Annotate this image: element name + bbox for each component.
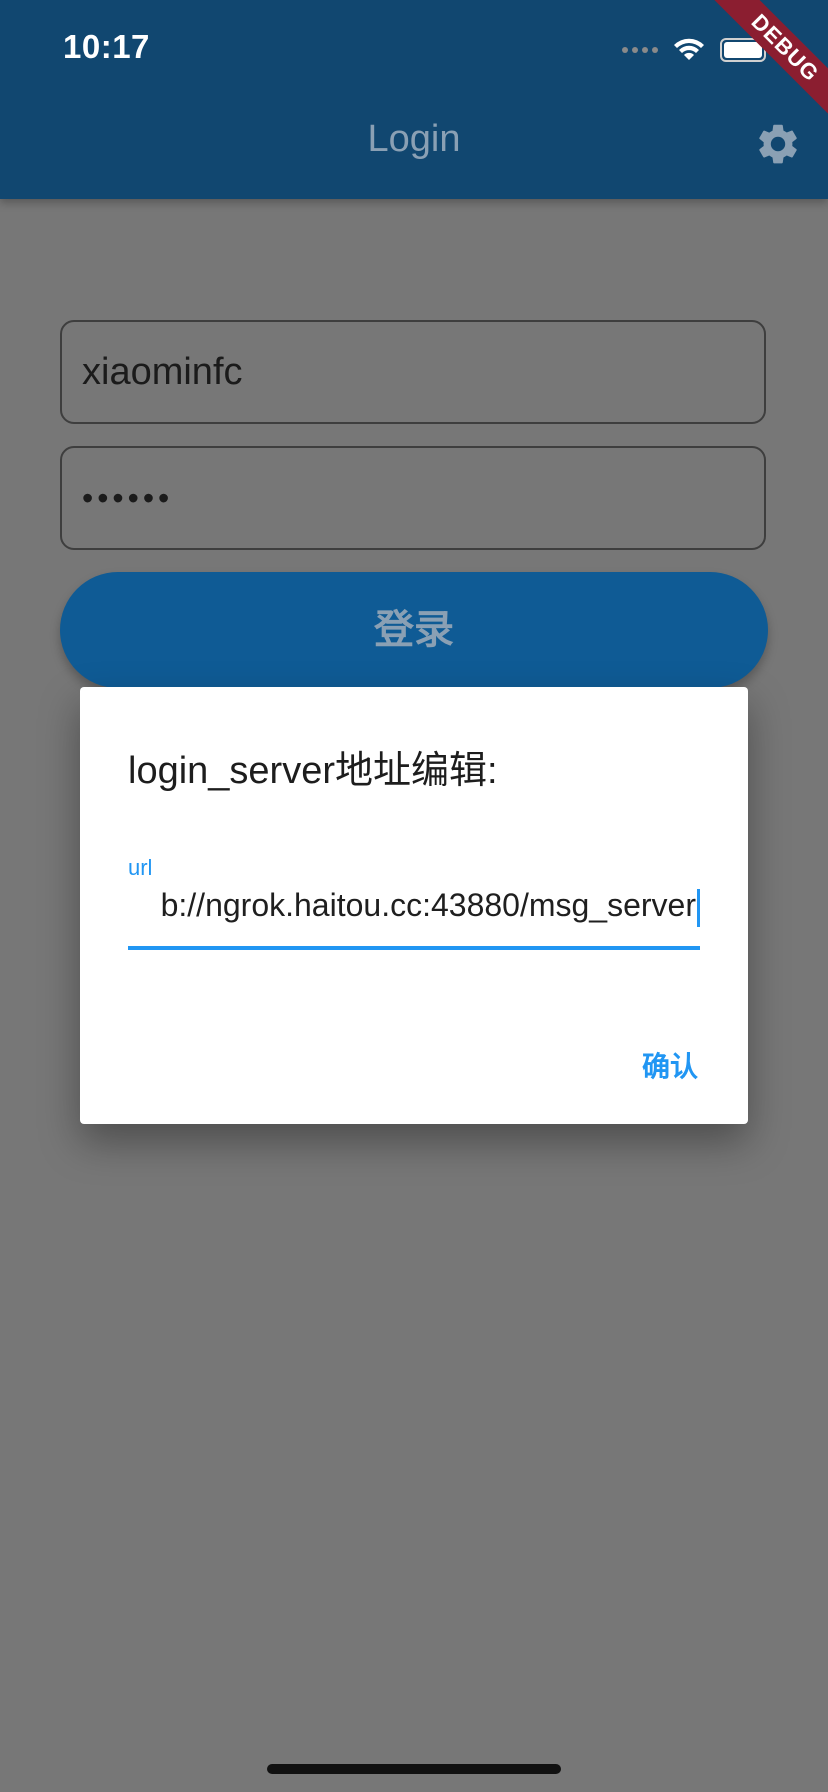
url-input[interactable]: b://ngrok.haitou.cc:43880/msg_server [128, 883, 700, 935]
confirm-button[interactable]: 确认 [642, 1045, 698, 1085]
server-edit-dialog: login_server地址编辑: url b://ngrok.haitou.c… [80, 687, 748, 1124]
gear-icon[interactable] [754, 120, 802, 168]
wifi-icon [674, 38, 704, 60]
status-time: 10:17 [63, 28, 150, 65]
debug-banner: DEBUG [699, 0, 828, 134]
password-field[interactable]: •••••• [60, 446, 766, 550]
signal-dots-icon [622, 47, 658, 53]
url-field-label: url [128, 855, 153, 880]
home-indicator [267, 1764, 561, 1774]
app-bar: 10:17 Login DEBUG [0, 0, 828, 199]
text-caret [697, 889, 700, 927]
username-field[interactable]: xiaominfc [60, 320, 766, 424]
url-input-underline [128, 946, 700, 950]
url-input-value: b://ngrok.haitou.cc:43880/msg_server [160, 887, 696, 923]
login-button[interactable]: 登录 [60, 572, 768, 688]
page-title: Login [367, 118, 461, 160]
dialog-title: login_server地址编辑: [128, 750, 498, 792]
status-icons [622, 36, 766, 64]
